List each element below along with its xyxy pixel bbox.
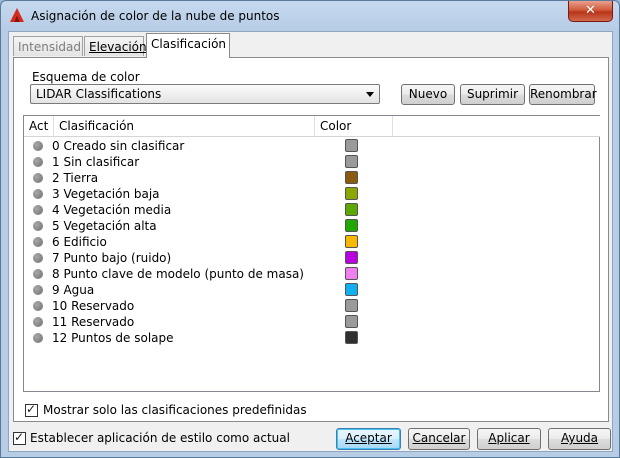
active-toggle-icon[interactable] bbox=[33, 269, 43, 279]
set-current-label: Establecer aplicación de estilo como act… bbox=[30, 431, 290, 445]
color-swatch[interactable] bbox=[345, 139, 358, 152]
window-title: Asignación de color de la nube de puntos bbox=[31, 9, 280, 23]
color-swatch[interactable] bbox=[345, 187, 358, 200]
table-row[interactable]: 12 Puntos de solape bbox=[24, 330, 600, 346]
table-row[interactable]: 10 Reservado bbox=[24, 298, 600, 314]
classification-panel: Esquema de color LIDAR Classifications N… bbox=[13, 57, 609, 422]
active-toggle-icon[interactable] bbox=[33, 317, 43, 327]
classification-label: 8 Punto clave de modelo (punto de masa) bbox=[52, 267, 304, 281]
help-button-label: Ayuda bbox=[560, 431, 599, 445]
set-current-checkbox[interactable] bbox=[13, 430, 26, 445]
table-row[interactable]: 5 Vegetación alta bbox=[24, 218, 600, 234]
classification-label: 6 Edificio bbox=[52, 235, 107, 249]
active-toggle-icon[interactable] bbox=[33, 221, 43, 231]
column-header-color[interactable]: Color bbox=[315, 116, 393, 136]
color-swatch[interactable] bbox=[345, 299, 358, 312]
accept-button-label: Aceptar bbox=[345, 431, 392, 445]
table-row[interactable]: 1 Sin clasificar bbox=[24, 154, 600, 170]
show-predefined-checkbox[interactable] bbox=[25, 402, 38, 417]
classification-list[interactable]: Act Clasificación Color 0 Creado sin cla… bbox=[23, 115, 600, 392]
tab-elevacion-label: Elevación bbox=[89, 40, 147, 54]
close-button[interactable]: ✕ bbox=[568, 1, 613, 22]
cancel-button-label: Cancelar bbox=[412, 431, 466, 445]
show-predefined-label: Mostrar solo las clasificaciones predefi… bbox=[43, 403, 307, 417]
table-row[interactable]: 8 Punto clave de modelo (punto de masa) bbox=[24, 266, 600, 282]
color-swatch[interactable] bbox=[345, 331, 358, 344]
active-toggle-icon[interactable] bbox=[33, 301, 43, 311]
color-swatch[interactable] bbox=[345, 251, 358, 264]
color-swatch[interactable] bbox=[345, 315, 358, 328]
classification-label: 0 Creado sin clasificar bbox=[52, 139, 185, 153]
classification-label: 4 Vegetación media bbox=[52, 203, 172, 217]
table-row[interactable]: 0 Creado sin clasificar bbox=[24, 138, 600, 154]
active-toggle-icon[interactable] bbox=[33, 333, 43, 343]
classification-label: 9 Agua bbox=[52, 283, 95, 297]
color-swatch[interactable] bbox=[345, 203, 358, 216]
delete-button[interactable]: Suprimir bbox=[460, 84, 525, 105]
table-row[interactable]: 3 Vegetación baja bbox=[24, 186, 600, 202]
color-scheme-label: Esquema de color bbox=[32, 70, 140, 84]
color-swatch[interactable] bbox=[345, 171, 358, 184]
color-swatch[interactable] bbox=[345, 283, 358, 296]
autocad-logo-icon bbox=[10, 8, 24, 22]
apply-button-label: Aplicar bbox=[488, 431, 530, 445]
column-header-clasificacion[interactable]: Clasificación bbox=[54, 116, 315, 136]
classification-label: 5 Vegetación alta bbox=[52, 219, 157, 233]
active-toggle-icon[interactable] bbox=[33, 173, 43, 183]
rename-button[interactable]: Renombrar bbox=[529, 84, 597, 105]
classification-label: 10 Reservado bbox=[52, 299, 135, 313]
tab-elevacion[interactable]: Elevación bbox=[84, 36, 147, 56]
chevron-down-icon bbox=[366, 92, 374, 97]
active-toggle-icon[interactable] bbox=[33, 285, 43, 295]
classification-label: 11 Reservado bbox=[52, 315, 135, 329]
color-scheme-selected: LIDAR Classifications bbox=[36, 87, 162, 101]
color-swatch[interactable] bbox=[345, 155, 358, 168]
classification-label: 12 Puntos de solape bbox=[52, 331, 174, 345]
table-row[interactable]: 9 Agua bbox=[24, 282, 600, 298]
active-toggle-icon[interactable] bbox=[33, 205, 43, 215]
color-swatch[interactable] bbox=[345, 235, 358, 248]
table-row[interactable]: 4 Vegetación media bbox=[24, 202, 600, 218]
classification-label: 7 Punto bajo (ruido) bbox=[52, 251, 172, 265]
help-button[interactable]: Ayuda bbox=[548, 428, 611, 450]
accept-button[interactable]: Aceptar bbox=[336, 428, 401, 450]
color-scheme-dropdown[interactable]: LIDAR Classifications bbox=[30, 84, 380, 104]
tab-intensidad: Intensidad bbox=[13, 36, 83, 56]
table-row[interactable]: 7 Punto bajo (ruido) bbox=[24, 250, 600, 266]
classification-label: 1 Sin clasificar bbox=[52, 155, 140, 169]
active-toggle-icon[interactable] bbox=[33, 189, 43, 199]
table-row[interactable]: 11 Reservado bbox=[24, 314, 600, 330]
table-row[interactable]: 6 Edificio bbox=[24, 234, 600, 250]
dialog-window: Asignación de color de la nube de puntos… bbox=[0, 0, 620, 458]
classification-label: 3 Vegetación baja bbox=[52, 187, 160, 201]
cancel-button[interactable]: Cancelar bbox=[408, 428, 470, 450]
classification-label: 2 Tierra bbox=[52, 171, 99, 185]
list-header: Act Clasificación Color bbox=[24, 116, 600, 137]
active-toggle-icon[interactable] bbox=[33, 141, 43, 151]
active-toggle-icon[interactable] bbox=[33, 157, 43, 167]
active-toggle-icon[interactable] bbox=[33, 237, 43, 247]
color-swatch[interactable] bbox=[345, 219, 358, 232]
active-toggle-icon[interactable] bbox=[33, 253, 43, 263]
dialog-client: Intensidad Elevación Clasificación Esque… bbox=[8, 31, 613, 452]
tab-clasificacion[interactable]: Clasificación bbox=[146, 33, 230, 58]
color-swatch[interactable] bbox=[345, 267, 358, 280]
title-bar[interactable]: Asignación de color de la nube de puntos… bbox=[1, 1, 619, 31]
column-header-act[interactable]: Act bbox=[24, 116, 54, 136]
apply-button[interactable]: Aplicar bbox=[477, 428, 541, 450]
new-button[interactable]: Nuevo bbox=[401, 84, 455, 105]
table-row[interactable]: 2 Tierra bbox=[24, 170, 600, 186]
